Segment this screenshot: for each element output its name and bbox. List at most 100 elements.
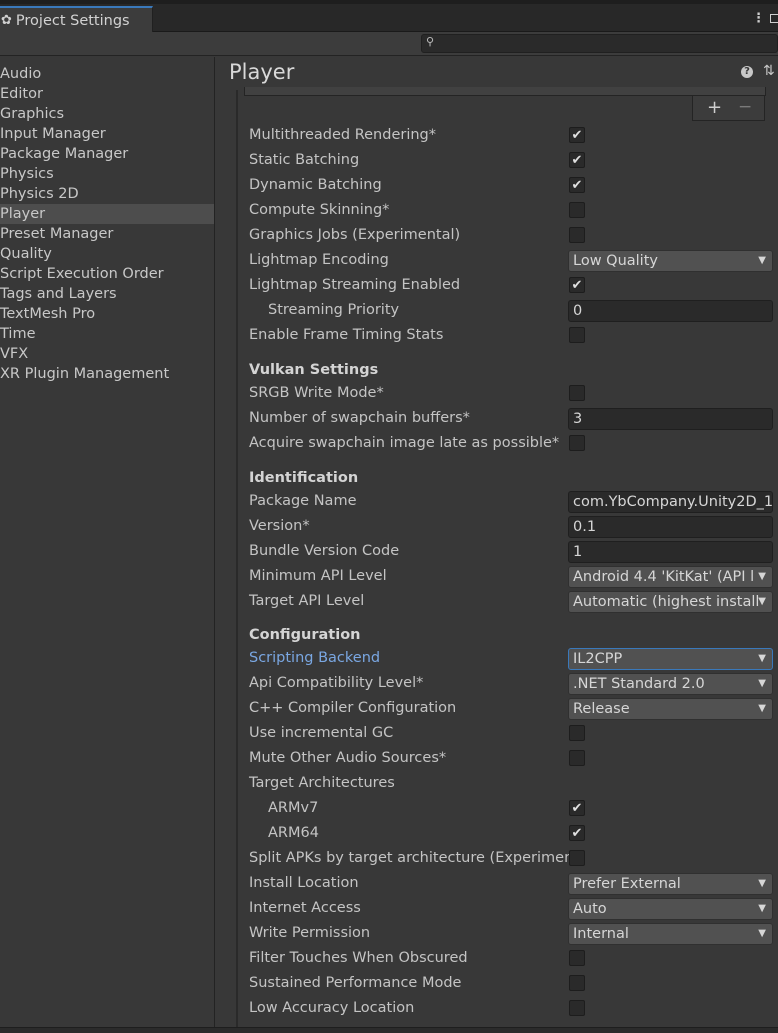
sidebar-item-preset-manager[interactable]: Preset Manager xyxy=(0,224,214,244)
arm64-checkbox[interactable]: ✔ xyxy=(569,825,585,841)
tab-title: Project Settings xyxy=(15,12,130,29)
sidebar-item-xr-plugin-management[interactable]: XR Plugin Management xyxy=(0,364,214,384)
sidebar-item-input-manager[interactable]: Input Manager xyxy=(0,124,214,144)
sidebar-item-script-execution-order[interactable]: Script Execution Order xyxy=(0,264,214,284)
preset-settings-icon[interactable]: ⇅ xyxy=(763,63,775,79)
use-incremental-gc-checkbox[interactable] xyxy=(569,725,585,741)
sidebar-item-textmesh-pro[interactable]: TextMesh Pro xyxy=(0,304,214,324)
setting-label: Bundle Version Code xyxy=(249,543,400,559)
streaming-priority-field[interactable]: 0 xyxy=(568,300,773,322)
number-of-swapchain-buffers-field[interactable]: 3 xyxy=(568,408,773,430)
sidebar-item-quality[interactable]: Quality xyxy=(0,244,214,264)
bundle-version-code-field[interactable]: 1 xyxy=(568,541,773,563)
sidebar-item-editor[interactable]: Editor xyxy=(0,84,214,104)
reorderable-list xyxy=(244,87,766,96)
chevron-down-icon: ▼ xyxy=(758,653,766,664)
lightmap-streaming-enabled-checkbox[interactable]: ✔ xyxy=(569,277,585,293)
api-compatibility-level-dropdown[interactable]: .NET Standard 2.0 ▼ xyxy=(568,673,773,695)
dropdown-value: Prefer External xyxy=(573,876,681,892)
section-vulkan-settings: Vulkan Settings xyxy=(249,362,379,378)
dropdown-value: IL2CPP xyxy=(573,651,623,667)
setting-row-graphics-jobs-experimental: Graphics Jobs (Experimental) xyxy=(249,225,778,247)
mute-other-audio-sources-checkbox[interactable] xyxy=(569,750,585,766)
setting-row-filter-touches-when-obscured: Filter Touches When Obscured xyxy=(249,948,778,970)
dynamic-batching-checkbox[interactable]: ✔ xyxy=(569,177,585,193)
maximize-icon[interactable] xyxy=(770,14,778,23)
more-options-icon[interactable]: ⋮ xyxy=(752,11,765,26)
enable-frame-timing-stats-checkbox[interactable] xyxy=(569,327,585,343)
sidebar-item-time[interactable]: Time xyxy=(0,324,214,344)
setting-label: Streaming Priority xyxy=(268,302,400,318)
minimum-api-level-dropdown[interactable]: Android 4.4 'KitKat' (API l ▼ xyxy=(568,566,773,588)
setting-row-minimum-api-level: Minimum API Level Android 4.4 'KitKat' (A… xyxy=(249,566,778,588)
search-icon: ⚲ xyxy=(426,35,435,48)
scripting-backend-dropdown[interactable]: IL2CPP ▼ xyxy=(568,648,773,670)
dropdown-value: .NET Standard 2.0 xyxy=(573,676,705,692)
tab-project-settings[interactable]: ✿ Project Settings xyxy=(0,6,153,33)
chevron-down-icon: ▼ xyxy=(758,928,766,939)
acquire-swapchain-image-late-as-possible-checkbox[interactable] xyxy=(569,435,585,451)
setting-row-c-compiler-configuration: C++ Compiler Configuration Release ▼ xyxy=(249,698,778,720)
chevron-down-icon: ▼ xyxy=(758,596,766,607)
sidebar-item-tags-and-layers[interactable]: Tags and Layers xyxy=(0,284,214,304)
sidebar-item-vfx[interactable]: VFX xyxy=(0,344,214,364)
setting-label: Mute Other Audio Sources* xyxy=(249,750,447,766)
chevron-down-icon: ▼ xyxy=(758,678,766,689)
static-batching-checkbox[interactable]: ✔ xyxy=(569,152,585,168)
setting-label: Lightmap Encoding xyxy=(249,252,389,268)
sidebar-item-graphics[interactable]: Graphics xyxy=(0,104,214,124)
write-permission-dropdown[interactable]: Internal ▼ xyxy=(568,923,773,945)
sidebar-item-physics[interactable]: Physics xyxy=(0,164,214,184)
setting-row-api-compatibility-level: Api Compatibility Level* .NET Standard 2.… xyxy=(249,673,778,695)
setting-row-low-accuracy-location: Low Accuracy Location xyxy=(249,998,778,1020)
split-apks-by-target-architecture-experimen-checkbox[interactable] xyxy=(569,850,585,866)
setting-row-armv7: ARMv7 ✔ xyxy=(249,798,778,820)
setting-row-internet-access: Internet Access Auto ▼ xyxy=(249,898,778,920)
srgb-write-mode-checkbox[interactable] xyxy=(569,385,585,401)
filter-touches-when-obscured-checkbox[interactable] xyxy=(569,950,585,966)
setting-label: Dynamic Batching xyxy=(249,177,382,193)
add-item-button[interactable]: + xyxy=(707,97,722,118)
target-api-level-dropdown[interactable]: Automatic (highest install ▼ xyxy=(568,591,773,613)
setting-row-compute-skinning: Compute Skinning* xyxy=(249,200,778,222)
multithreaded-rendering-checkbox[interactable]: ✔ xyxy=(569,127,585,143)
setting-label: ARM64 xyxy=(268,825,319,841)
version-field[interactable]: 0.1 xyxy=(568,516,773,538)
sidebar-item-physics-2d[interactable]: Physics 2D xyxy=(0,184,214,204)
foldout-rail xyxy=(236,90,238,1027)
remove-item-button[interactable]: − xyxy=(738,97,752,117)
internet-access-dropdown[interactable]: Auto ▼ xyxy=(568,898,773,920)
graphics-jobs-experimental-checkbox[interactable] xyxy=(569,227,585,243)
sidebar-item-audio[interactable]: Audio xyxy=(0,64,214,84)
setting-row-lightmap-streaming-enabled: Lightmap Streaming Enabled ✔ xyxy=(249,275,778,297)
setting-row-srgb-write-mode: SRGB Write Mode* xyxy=(249,383,778,405)
chevron-down-icon: ▼ xyxy=(758,878,766,889)
setting-label: Package Name xyxy=(249,493,357,509)
install-location-dropdown[interactable]: Prefer External ▼ xyxy=(568,873,773,895)
compute-skinning-checkbox[interactable] xyxy=(569,202,585,218)
lightmap-encoding-dropdown[interactable]: Low Quality ▼ xyxy=(568,250,773,272)
bottom-bar xyxy=(0,1027,778,1033)
armv7-checkbox[interactable]: ✔ xyxy=(569,800,585,816)
dropdown-value: Auto xyxy=(573,901,607,917)
setting-label: Target API Level xyxy=(249,593,365,609)
setting-label: Write Permission xyxy=(249,925,371,941)
setting-row-target-architectures: Target Architectures xyxy=(249,773,778,795)
inspector-panel: Player ? ⇅ + − Multithreaded Rendering* ✔… xyxy=(216,57,778,1027)
low-accuracy-location-checkbox[interactable] xyxy=(569,1000,585,1016)
c-compiler-configuration-dropdown[interactable]: Release ▼ xyxy=(568,698,773,720)
sidebar-item-player[interactable]: Player xyxy=(0,204,214,224)
search-input[interactable]: ⚲ xyxy=(421,34,778,53)
sustained-performance-mode-checkbox[interactable] xyxy=(569,975,585,991)
setting-label: Scripting Backend xyxy=(249,650,381,666)
setting-row-bundle-version-code: Bundle Version Code 1 xyxy=(249,541,778,563)
setting-row-dynamic-batching: Dynamic Batching ✔ xyxy=(249,175,778,197)
setting-row-number-of-swapchain-buffers: Number of swapchain buffers* 3 xyxy=(249,408,778,430)
package-name-field[interactable]: com.YbCompany.Unity2D_1 xyxy=(568,491,773,513)
sidebar-item-package-manager[interactable]: Package Manager xyxy=(0,144,214,164)
chevron-down-icon: ▼ xyxy=(758,903,766,914)
setting-label: Number of swapchain buffers* xyxy=(249,410,470,426)
setting-label: Filter Touches When Obscured xyxy=(249,950,468,966)
setting-label: Install Location xyxy=(249,875,359,891)
help-icon[interactable]: ? xyxy=(741,66,753,78)
